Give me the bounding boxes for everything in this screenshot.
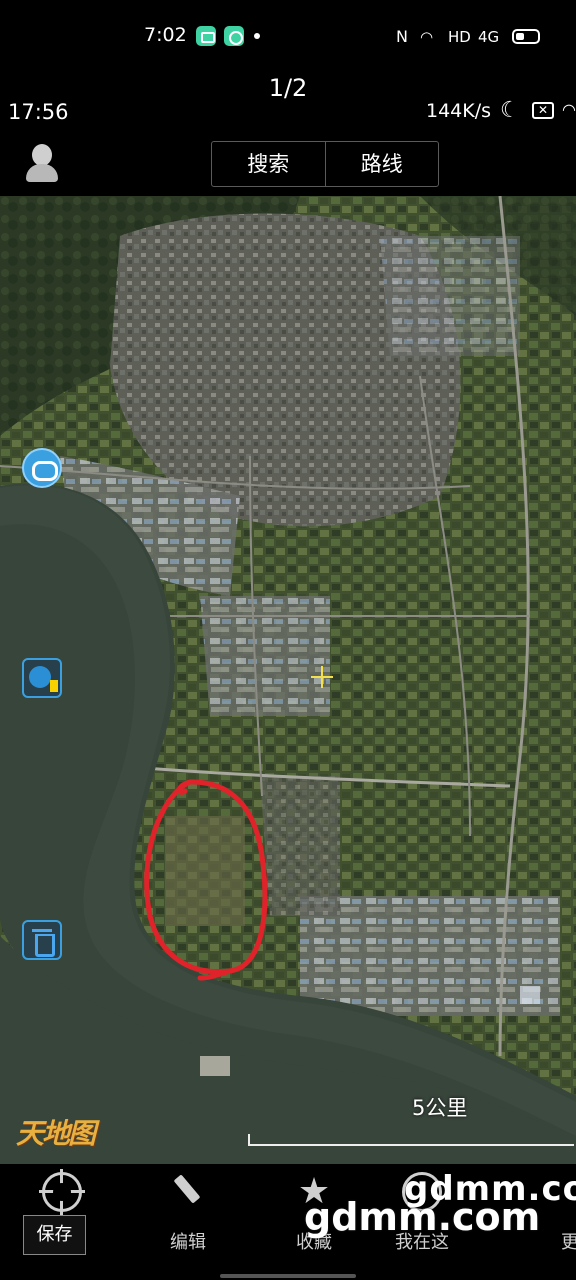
home-indicator[interactable] — [220, 1274, 356, 1278]
app-top-bar: 搜索 路线 — [0, 130, 576, 196]
page-indicator: 1/2 — [268, 74, 308, 102]
nfc-icon: N — [396, 27, 408, 46]
satellite-imagery — [0, 196, 576, 1164]
more-notifications-dot-icon — [254, 33, 260, 39]
layer-switch-icon[interactable] — [22, 658, 62, 698]
notification-app-icon — [224, 26, 244, 46]
watermark-line-2: gdmm.com — [304, 1195, 541, 1239]
crosshair-icon — [39, 1169, 85, 1215]
search-button[interactable]: 搜索 — [212, 142, 325, 186]
trash-icon[interactable] — [22, 920, 62, 960]
status-time: 7:02 — [144, 24, 187, 46]
moon-icon: ☾ — [500, 98, 520, 123]
battery-icon — [512, 29, 540, 44]
status-bar: 7:02 N ◠ HD 4G — [0, 0, 576, 70]
search-route-toggle: 搜索 路线 — [211, 141, 439, 187]
network-speed: 144K/s — [426, 100, 492, 122]
pencil-icon — [168, 1172, 208, 1212]
watermark: gdmm.co gdmm.com — [300, 1168, 576, 1280]
scale-label: 5公里 — [412, 1096, 468, 1120]
locate-center-icon[interactable] — [22, 448, 62, 488]
edit-label: 编辑 — [170, 1232, 206, 1253]
save-button[interactable]: 保存 — [23, 1215, 86, 1255]
sim-off-icon: ✕ — [532, 102, 554, 119]
wifi-icon: ◠ — [420, 28, 434, 46]
satellite-map[interactable]: 天地图 5公里 — [0, 196, 576, 1164]
signal-icon: 4G — [478, 28, 500, 46]
user-avatar-icon[interactable] — [24, 142, 60, 182]
message-app-icon — [196, 26, 216, 46]
scale-bar — [248, 1134, 574, 1146]
hd-indicator: HD — [448, 28, 471, 46]
tianditu-logo: 天地图 — [16, 1117, 96, 1150]
route-button[interactable]: 路线 — [324, 142, 439, 186]
inner-wifi-icon: ◠ — [562, 100, 576, 119]
inner-status-time: 17:56 — [8, 100, 69, 124]
edit-tool[interactable]: 编辑 — [138, 1172, 238, 1256]
